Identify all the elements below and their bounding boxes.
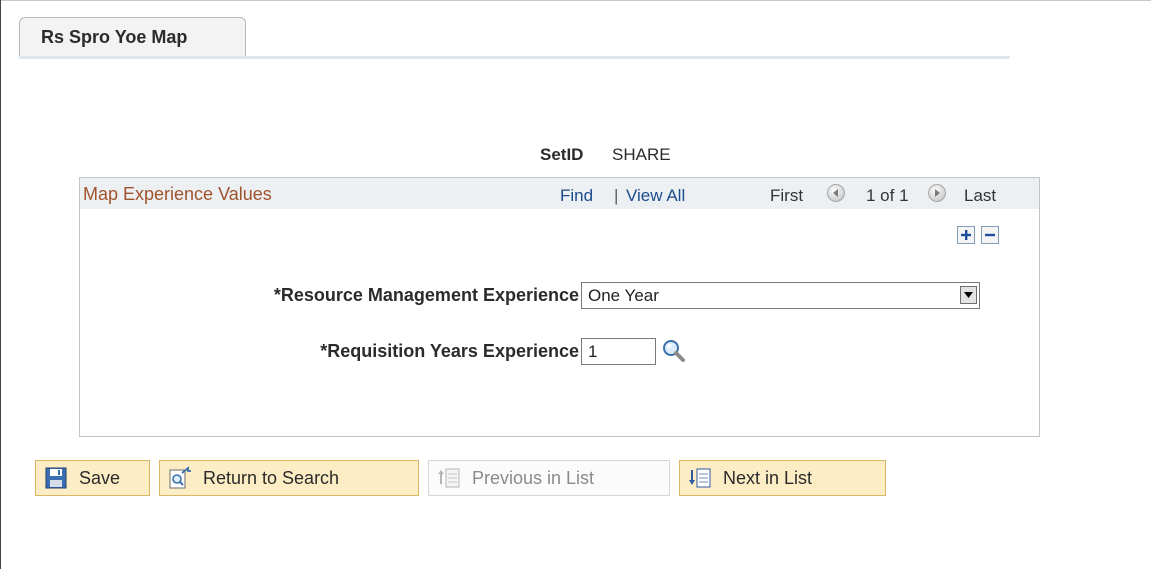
previous-in-list-icon [438,468,460,488]
resource-management-experience-label: *Resource Management Experience [273,285,579,305]
first-label: First [770,186,804,205]
previous-in-list-button[interactable]: Previous in List [428,460,670,496]
search-icon[interactable] [660,338,688,364]
next-in-list-button[interactable]: Next in List [679,460,886,496]
previous-in-list-label: Previous in List [472,467,595,488]
setid-value: SHARE [612,145,671,164]
last-label: Last [964,186,997,205]
view-all-link[interactable]: View All [626,186,685,206]
window-top-border [0,0,1151,1]
next-in-list-label: Next in List [723,467,813,488]
requisition-years-experience-input[interactable] [581,338,656,365]
save-icon [45,467,67,489]
previous-row-icon[interactable] [827,184,845,202]
next-row-icon[interactable] [928,184,946,202]
window-left-border [0,0,1,569]
row-counter: 1 of 1 [866,186,909,205]
save-button[interactable]: Save [35,460,150,496]
requisition-years-experience-label: *Requisition Years Experience [320,341,579,361]
return-to-search-icon [169,466,191,489]
delete-row-icon[interactable] [981,226,999,244]
next-in-list-icon [689,468,711,488]
return-to-search-button[interactable]: Return to Search [159,460,419,496]
tab-underline [19,56,1010,59]
grid-title: Map Experience Values [83,184,272,204]
return-to-search-label: Return to Search [203,467,340,488]
map-experience-grid: Map Experience Values Find | View All Fi… [79,177,1040,437]
chevron-down-icon[interactable] [960,286,977,304]
nav-separator: | [614,186,619,205]
find-link[interactable]: Find [560,186,593,206]
select-value: One Year [588,286,659,305]
resource-management-experience-select[interactable]: One Year [581,282,980,309]
grid-header: Map Experience Values Find | View All Fi… [80,178,1039,209]
setid-label: SetID [540,145,584,164]
tab-label: Rs Spro Yoe Map [41,26,188,47]
tab-rs-spro-yoe-map[interactable]: Rs Spro Yoe Map [19,17,246,56]
add-row-icon[interactable] [957,226,975,244]
save-label: Save [79,467,121,488]
